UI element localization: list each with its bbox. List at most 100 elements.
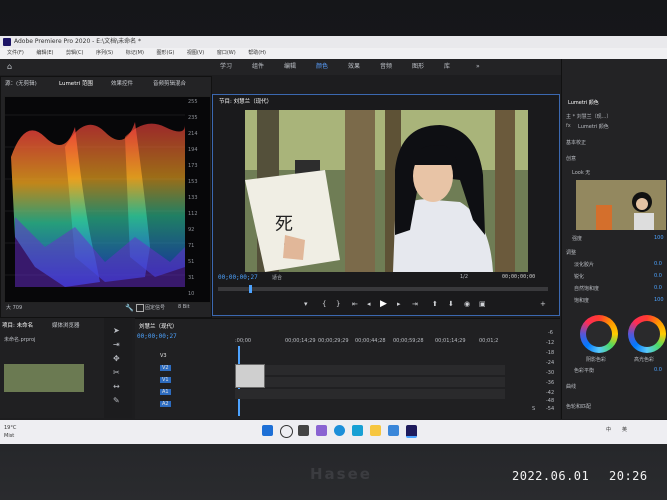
lift-button[interactable]: ⬆ [432,300,438,308]
menu-file[interactable]: 文件(F) [7,50,24,56]
track-lane-v2[interactable] [235,365,505,375]
tab-project[interactable]: 项目: 未命名 [2,321,33,329]
store-icon[interactable] [352,425,363,436]
home-icon[interactable]: ⌂ [7,59,12,75]
mark-out-button[interactable]: } [336,300,340,308]
task-view-icon[interactable] [298,425,309,436]
tab-sequence[interactable]: 刘慧兰（现代） [139,322,178,330]
menu-window[interactable]: 窗口(W) [217,50,236,56]
tab-source[interactable]: 源：(无剪辑) [5,79,37,87]
razor-tool-icon[interactable]: ✂ [113,368,120,377]
scale-194: 194 [188,147,198,153]
menu-sequence[interactable]: 序列(S) [96,50,113,56]
section-basic-correction[interactable]: 基本校正 [566,139,586,146]
play-button[interactable]: ▶ [380,299,387,309]
track-lane-v1[interactable] [235,377,505,387]
weather-text[interactable]: Mist [4,433,14,439]
weather-temp[interactable]: 19°C [4,425,16,431]
go-to-out-button[interactable]: ⇥ [412,300,418,308]
menu-marker[interactable]: 标记(M) [126,50,144,56]
scale-133: 133 [188,195,198,201]
pen-tool-icon[interactable]: ✎ [113,396,120,405]
track-a2[interactable]: A2 [160,401,171,407]
wrench-icon[interactable]: 🔧 [125,304,134,312]
timeline-timecode[interactable]: 00;00;00;27 [137,333,177,340]
tab-lumetri-scopes[interactable]: Lumetri 范围 [59,79,93,87]
meter-minus36: -36 [546,380,555,386]
extract-button[interactable]: ⬇ [448,300,454,308]
track-a1[interactable]: A1 [160,389,171,395]
bit-depth-select[interactable]: 8 Bit [178,304,190,310]
ws-libraries[interactable]: 库 [444,59,450,75]
look-select[interactable]: Look 无 [572,169,590,176]
track-v2[interactable]: V2 [160,365,171,371]
meter-minus6: -6 [548,330,553,336]
menu-view[interactable]: 视图(V) [187,50,204,56]
mark-in-button[interactable]: { [322,300,326,308]
meter-solo[interactable]: S [532,406,535,412]
fade-film-value[interactable]: 0.0 [654,261,662,267]
ws-learn[interactable]: 学习 [220,59,232,75]
menu-edit[interactable]: 编辑(E) [36,50,53,56]
meter-minus12: -12 [546,340,555,346]
ws-editing[interactable]: 编辑 [284,59,296,75]
widgets-icon[interactable] [316,425,327,436]
playhead[interactable] [249,285,252,293]
edge-icon[interactable] [334,425,345,436]
track-lane-a1[interactable] [235,389,505,399]
track-v3[interactable]: V3 [160,353,167,359]
marker-button[interactable]: ▾ [304,300,308,308]
folder-icon[interactable] [370,425,381,436]
saturation-value[interactable]: 100 [654,297,664,303]
ws-color[interactable]: 颜色 [316,59,328,75]
slip-tool-icon[interactable]: ↔ [113,382,120,391]
lumetri-title[interactable]: Lumetri 颜色 [568,99,599,106]
compare-view-button[interactable]: ▣ [479,300,486,308]
track-select-tool-icon[interactable]: ⇥ [113,340,120,349]
tab-media-browser[interactable]: 媒体浏览器 [52,321,80,329]
mail-icon[interactable] [388,425,399,436]
program-monitor-title[interactable]: 节目: 刘慧兰（现代） [219,97,272,105]
go-to-in-button[interactable]: ⇤ [352,300,358,308]
section-color-wheels[interactable]: 色轮和匹配 [566,403,591,410]
tint-balance-value[interactable]: 0.0 [654,367,662,373]
intensity-value[interactable]: 100 [654,235,664,241]
start-icon[interactable] [262,425,273,436]
menu-clip[interactable]: 剪辑(C) [66,50,83,56]
highlight-tint-wheel[interactable] [628,315,666,353]
clamp-checkbox[interactable] [136,304,144,312]
vibrance-value[interactable]: 0.0 [654,285,662,291]
program-timecode[interactable]: 00;00;00;27 [218,274,258,281]
track-v1[interactable]: V1 [160,377,171,383]
clip-on-timeline[interactable] [235,364,265,388]
fit-select[interactable]: 适合 [272,274,282,281]
scrub-bar[interactable] [218,287,548,291]
ws-graphics[interactable]: 图形 [412,59,424,75]
section-curves[interactable]: 曲线 [566,383,576,390]
ws-assembly[interactable]: 组件 [252,59,264,75]
ime-language[interactable]: 中 [606,426,611,433]
premiere-taskbar-icon[interactable] [406,425,417,438]
sharpen-value[interactable]: 0.0 [654,273,662,279]
tab-audio-mixer[interactable]: 音频剪辑混合 [153,79,186,87]
ripple-tool-icon[interactable]: ✥ [113,354,120,363]
selection-tool-icon[interactable]: ➤ [113,326,120,335]
step-back-button[interactable]: ◂ [367,300,371,308]
ws-audio[interactable]: 音频 [380,59,392,75]
section-creative[interactable]: 创意 [566,155,576,162]
add-button[interactable]: + [540,300,546,308]
tab-effect-controls[interactable]: 效果控件 [111,79,133,87]
clip-thumbnail[interactable] [4,364,84,392]
search-icon[interactable] [280,425,293,438]
video-frame: 死 东 [245,110,528,272]
step-forward-button[interactable]: ▸ [397,300,401,308]
ime-input-mode[interactable]: 英 [622,426,627,433]
shadow-tint-wheel[interactable] [580,315,618,353]
ws-more[interactable]: » [476,59,480,75]
menu-help[interactable]: 帮助(H) [248,50,266,56]
section-adjust[interactable]: 调整 [566,249,576,256]
resolution-select[interactable]: 1/2 [460,274,468,280]
ws-effects[interactable]: 效果 [348,59,360,75]
export-frame-icon[interactable]: ◉ [464,300,470,308]
menu-graphics[interactable]: 图形(G) [157,50,175,56]
